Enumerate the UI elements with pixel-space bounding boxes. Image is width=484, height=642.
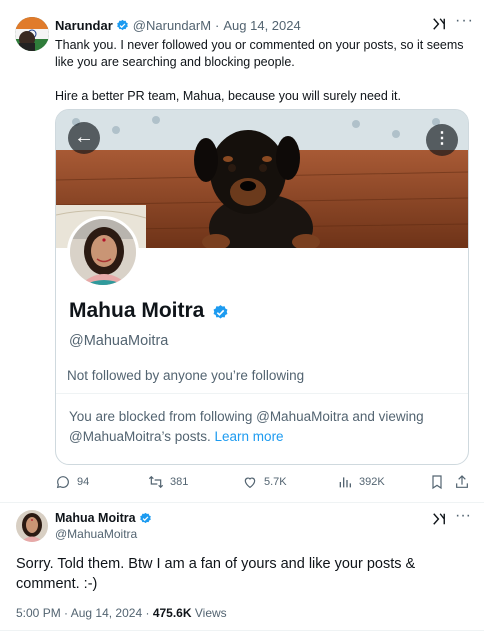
reply-count: 94 (77, 476, 90, 488)
card-divider (56, 393, 468, 394)
reply-icon (56, 476, 69, 489)
bookmark-icon (432, 475, 442, 490)
learn-more-link[interactable]: Learn more (215, 429, 284, 444)
more-icon[interactable]: ··· (455, 12, 474, 30)
tweet-date[interactable]: Aug 14, 2024 (223, 18, 300, 33)
views-chart-icon (339, 477, 351, 488)
verified-badge-icon (116, 19, 129, 32)
reply-author-handle[interactable]: @MahuaMoitra (55, 527, 137, 541)
author-name[interactable]: Narundar (55, 18, 113, 33)
verified-badge-icon (212, 303, 229, 320)
heart-icon (244, 477, 256, 489)
reply-author: Mahua Moitra (55, 511, 156, 525)
back-arrow-icon[interactable]: ← (68, 122, 100, 154)
avatar-mahua[interactable] (16, 510, 48, 542)
tweet-separator (0, 502, 484, 503)
tweet-header: Narundar @NarundarM · Aug 14, 2024 (55, 18, 301, 33)
verified-badge-icon (139, 512, 152, 525)
like-button[interactable]: 5.7K (242, 474, 287, 490)
reply-text: Sorry. Told them. Btw I am a fan of your… (16, 556, 416, 592)
repost-count: 381 (170, 476, 189, 488)
profile-card[interactable]: ← ⋮ Mahua Moitra @MahuaMoitra Not follow… (55, 109, 469, 465)
bottom-separator (0, 630, 484, 631)
repost-icon (148, 475, 164, 489)
blocked-notice: You are blocked from following @MahuaMoi… (69, 407, 459, 447)
bookmark-button[interactable] (429, 474, 451, 490)
reply-author-name[interactable]: Mahua Moitra (55, 511, 136, 525)
grok-icon[interactable] (432, 17, 446, 34)
reply-meta: 5:00 PM · Aug 14, 2024 · 475.6K Views (16, 606, 227, 620)
profile-name: Mahua Moitra (69, 299, 233, 323)
tweet-actions: 94 381 5.7K 392K (55, 474, 469, 492)
reply-time[interactable]: 5:00 PM (16, 606, 61, 620)
dot-separator: · (215, 18, 220, 33)
reply-date[interactable]: Aug 14, 2024 (71, 606, 142, 620)
more-icon[interactable]: ··· (455, 507, 471, 525)
more-vertical-icon[interactable]: ⋮ (426, 124, 458, 156)
views-button[interactable]: 392K (337, 474, 385, 490)
reply-views-count: 475.6K (152, 606, 192, 620)
followers-you-know: Not followed by anyone you’re following (67, 368, 305, 383)
reply-views-label: Views (194, 606, 227, 620)
share-button[interactable] (454, 474, 476, 490)
share-icon (456, 475, 468, 488)
avatar-narundar[interactable] (15, 17, 49, 51)
author-handle[interactable]: @NarundarM (133, 18, 211, 33)
reply-button[interactable]: 94 (55, 474, 89, 490)
repost-button[interactable]: 381 (148, 474, 188, 490)
tweet-text: Thank you. I never followed you or comme… (55, 38, 464, 103)
profile-avatar[interactable] (67, 216, 139, 288)
profile-handle: @MahuaMoitra (69, 333, 169, 349)
profile-name-text: Mahua Moitra (69, 299, 205, 322)
views-count: 392K (359, 476, 385, 488)
grok-icon[interactable] (432, 512, 446, 529)
like-count: 5.7K (264, 476, 287, 488)
